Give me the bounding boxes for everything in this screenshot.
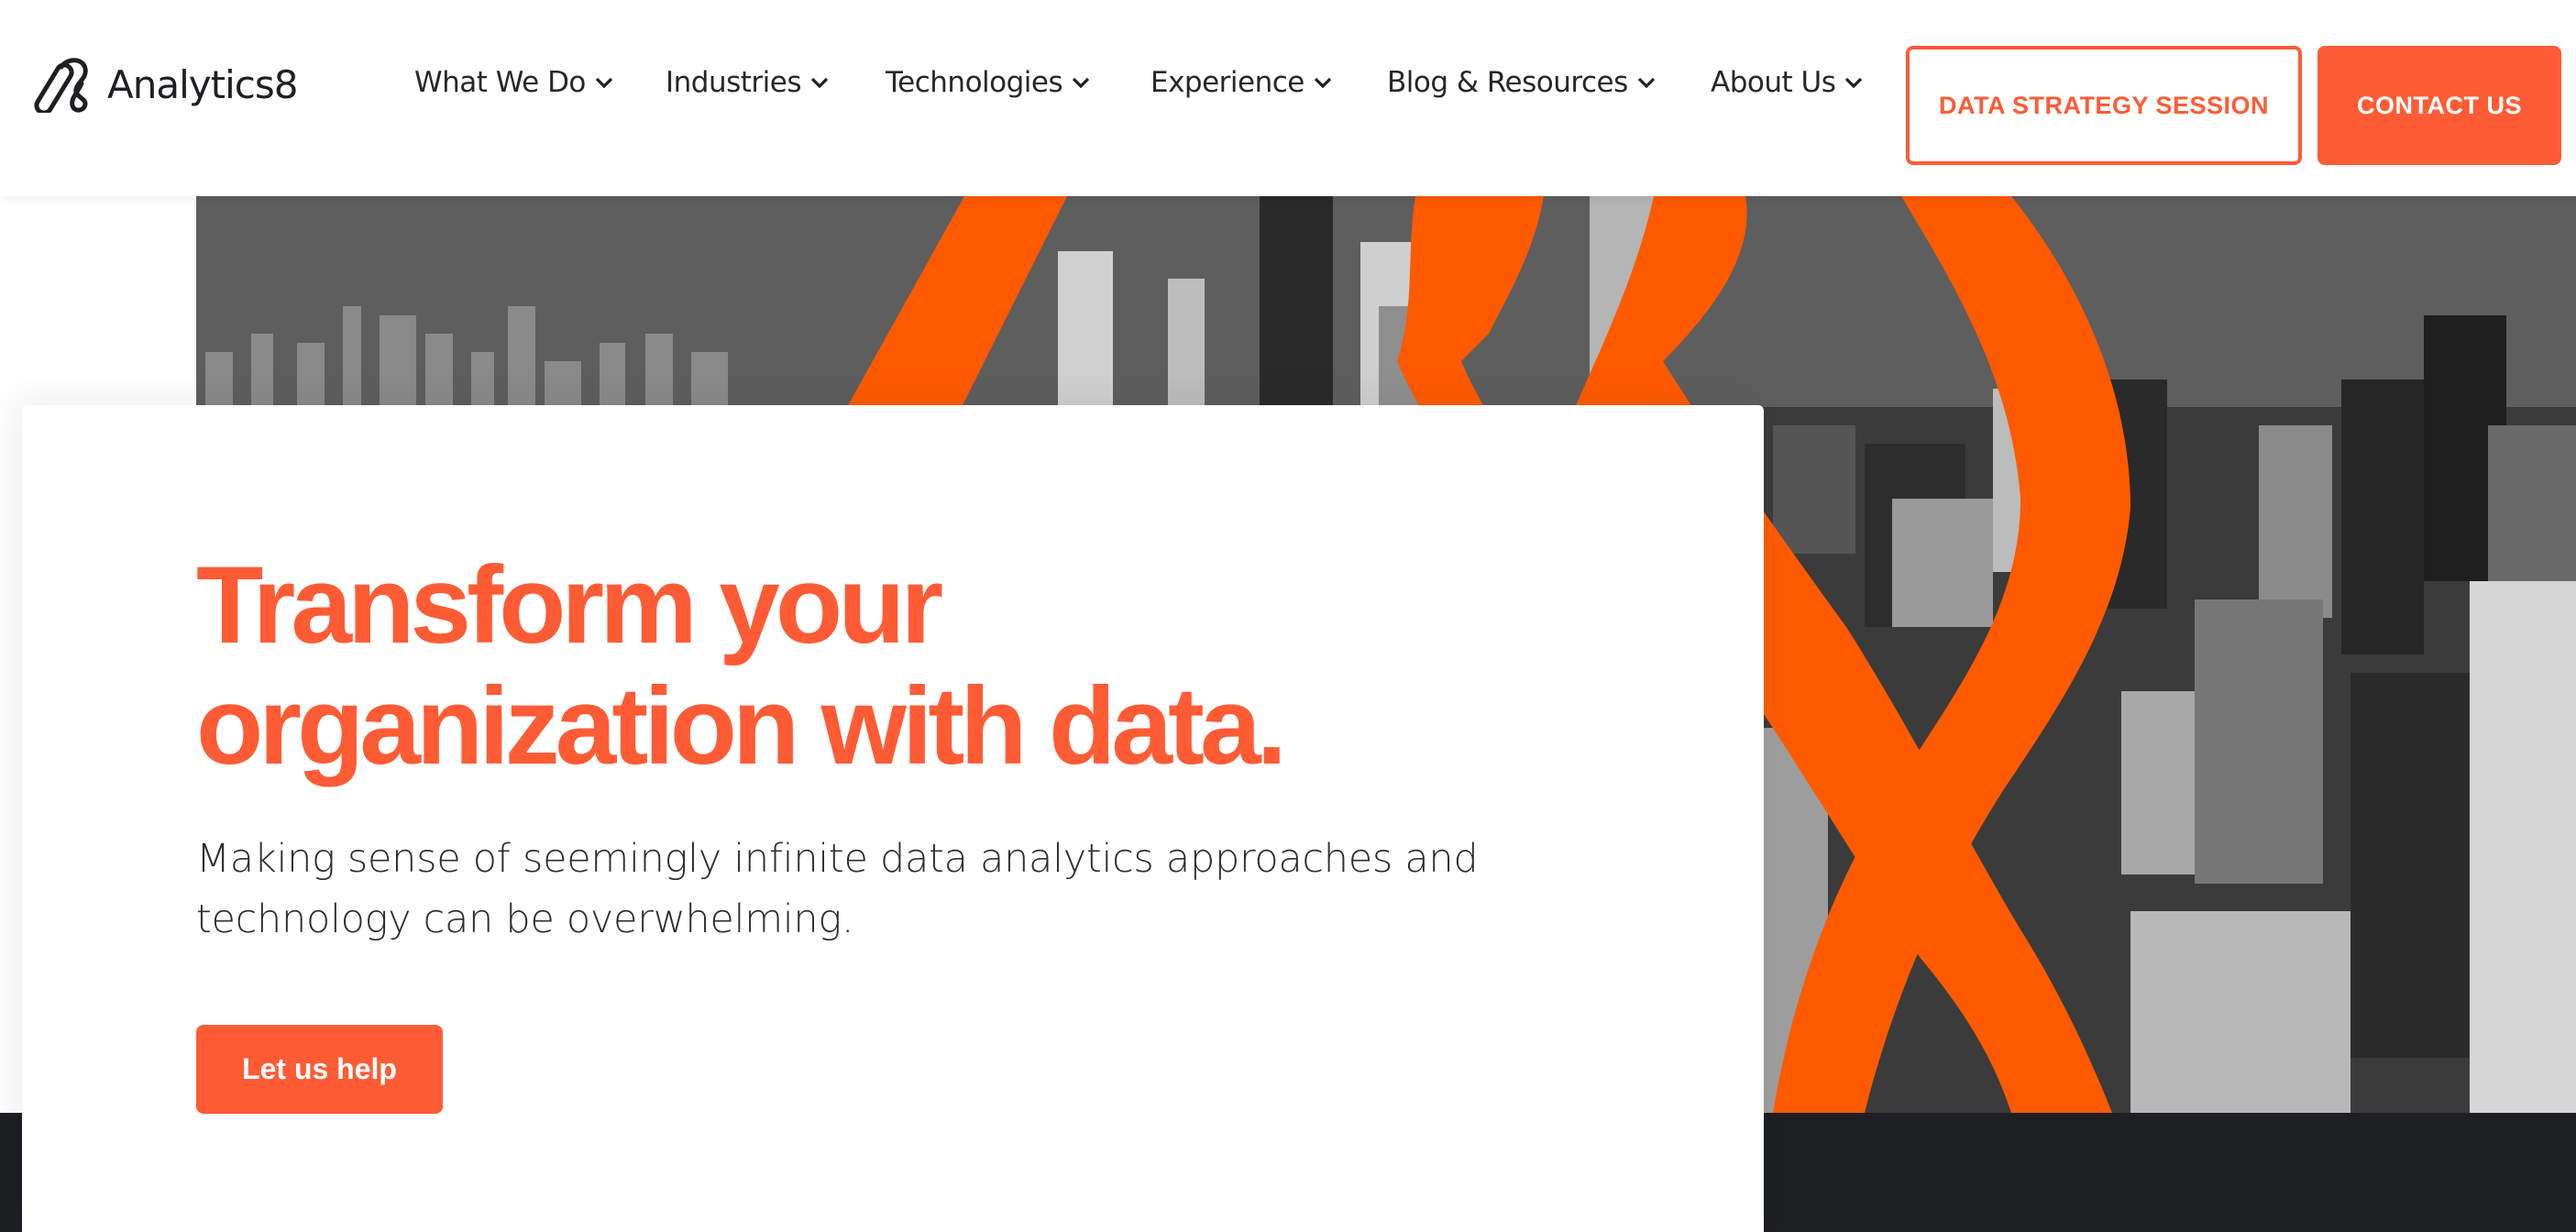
nav-item-label: Technologies <box>886 66 1063 99</box>
chevron-down-icon <box>1314 77 1332 89</box>
nav-item-technologies[interactable]: Technologies <box>886 62 1090 103</box>
hero-headline: Transform your organization with data. <box>196 544 1571 786</box>
analytics8-logo-icon <box>34 58 88 113</box>
chevron-down-icon <box>1845 77 1863 89</box>
nav-item-experience[interactable]: Experience <box>1150 62 1332 103</box>
nav-item-what-we-do[interactable]: What We Do <box>414 62 613 103</box>
chevron-down-icon <box>810 77 829 89</box>
nav-item-industries[interactable]: Industries <box>666 62 829 103</box>
contact-us-button[interactable]: CONTACT US <box>2317 46 2561 165</box>
chevron-down-icon <box>595 77 613 89</box>
nav-item-label: Blog & Resources <box>1387 66 1628 99</box>
hero-subtext: Making sense of seemingly infinite data … <box>196 836 1479 942</box>
chevron-down-icon <box>1073 77 1090 89</box>
headline-line-2: organization with data. <box>196 665 1287 787</box>
headline-line-1: Transform your <box>196 544 943 666</box>
nav-item-blog-resources[interactable]: Blog & Resources <box>1387 62 1656 103</box>
site-header: Analytics8 What We Do Industries Technol… <box>0 0 2576 196</box>
nav-item-label: Industries <box>666 66 802 99</box>
logo-link[interactable]: Analytics8 <box>30 55 298 114</box>
chevron-down-icon <box>1637 77 1655 89</box>
hero-card: Transform your organization with data. M… <box>22 405 1764 1232</box>
nav-item-label: About Us <box>1711 66 1836 99</box>
let-us-help-button[interactable]: Let us help <box>196 1025 443 1114</box>
logo-text: Analytics8 <box>107 61 298 107</box>
nav-item-label: What We Do <box>414 66 586 99</box>
data-strategy-session-button[interactable]: DATA STRATEGY SESSION <box>1906 46 2302 165</box>
nav-item-label: Experience <box>1150 66 1305 99</box>
nav-item-about-us[interactable]: About Us <box>1711 62 1863 103</box>
